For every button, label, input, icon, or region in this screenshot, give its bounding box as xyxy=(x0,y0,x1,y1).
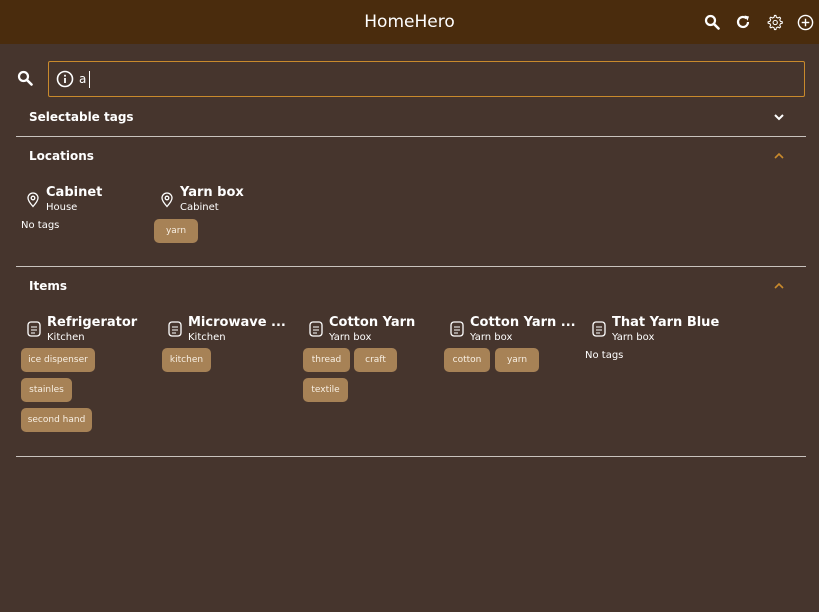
section-label: Selectable tags xyxy=(29,110,134,124)
search-icon xyxy=(17,70,35,88)
app-title: HomeHero xyxy=(364,12,455,32)
card-subtitle: Yarn box xyxy=(612,332,655,343)
search-icon[interactable] xyxy=(702,12,722,32)
tag-chip[interactable]: yarn xyxy=(154,219,198,243)
tag-chip[interactable]: ice dispenser xyxy=(21,348,95,372)
item-document-icon xyxy=(27,321,41,337)
chevron-up-icon xyxy=(772,279,786,293)
items-header[interactable]: Items xyxy=(16,276,806,298)
card-title: That Yarn Blue xyxy=(612,315,720,330)
card-subtitle: Yarn box xyxy=(470,332,513,343)
tag-chip[interactable]: thread xyxy=(303,348,350,372)
no-tags-text: No tags xyxy=(585,350,624,361)
item-document-icon xyxy=(168,321,182,337)
gear-icon[interactable] xyxy=(764,12,784,32)
card-subtitle: Cabinet xyxy=(180,202,219,213)
card-subtitle: House xyxy=(46,202,78,213)
card-title: Microwave ... xyxy=(188,315,286,330)
selectable-tags-header[interactable]: Selectable tags xyxy=(16,107,806,129)
chevron-down-icon xyxy=(772,110,786,124)
item-card[interactable]: Cotton Yarn Yarn box xyxy=(303,315,438,345)
tag-chip[interactable]: textile xyxy=(303,378,348,402)
add-circle-icon[interactable] xyxy=(795,12,815,32)
no-tags-text: No tags xyxy=(21,220,60,231)
location-pin-icon xyxy=(160,192,174,208)
search-field[interactable] xyxy=(48,61,805,97)
divider xyxy=(16,456,806,457)
item-document-icon xyxy=(592,321,606,337)
refresh-icon[interactable] xyxy=(733,12,753,32)
chevron-up-icon xyxy=(772,149,786,163)
text-caret xyxy=(89,71,90,88)
tag-chip[interactable]: cotton xyxy=(444,348,490,372)
search-input[interactable] xyxy=(79,67,779,91)
tag-chip[interactable]: kitchen xyxy=(162,348,211,372)
item-document-icon xyxy=(450,321,464,337)
tag-chip[interactable]: second hand xyxy=(21,408,92,432)
card-title: Yarn box xyxy=(180,185,244,200)
tag-chip[interactable]: yarn xyxy=(495,348,539,372)
section-label: Locations xyxy=(29,149,94,163)
item-card[interactable]: Refrigerator Kitchen xyxy=(21,315,156,345)
tag-chip[interactable]: stainles xyxy=(21,378,72,402)
section-label: Items xyxy=(29,279,67,293)
app-bar: HomeHero xyxy=(0,0,819,44)
info-icon[interactable] xyxy=(56,70,74,88)
item-card[interactable]: That Yarn Blue Yarn box xyxy=(586,315,721,345)
card-subtitle: Kitchen xyxy=(47,332,85,343)
divider xyxy=(16,266,806,267)
tag-chip[interactable]: craft xyxy=(354,348,397,372)
item-card[interactable]: Cotton Yarn ... Yarn box xyxy=(444,315,579,345)
location-pin-icon xyxy=(26,192,40,208)
locations-header[interactable]: Locations xyxy=(16,146,806,168)
item-document-icon xyxy=(309,321,323,337)
item-card[interactable]: Microwave ... Kitchen xyxy=(162,315,297,345)
card-title: Cotton Yarn xyxy=(329,315,416,330)
card-subtitle: Kitchen xyxy=(188,332,226,343)
card-title: Cabinet xyxy=(46,185,103,200)
location-card[interactable]: Yarn box Cabinet xyxy=(154,185,274,215)
card-subtitle: Yarn box xyxy=(329,332,372,343)
card-title: Refrigerator xyxy=(47,315,138,330)
divider xyxy=(16,136,806,137)
card-title: Cotton Yarn ... xyxy=(470,315,576,330)
